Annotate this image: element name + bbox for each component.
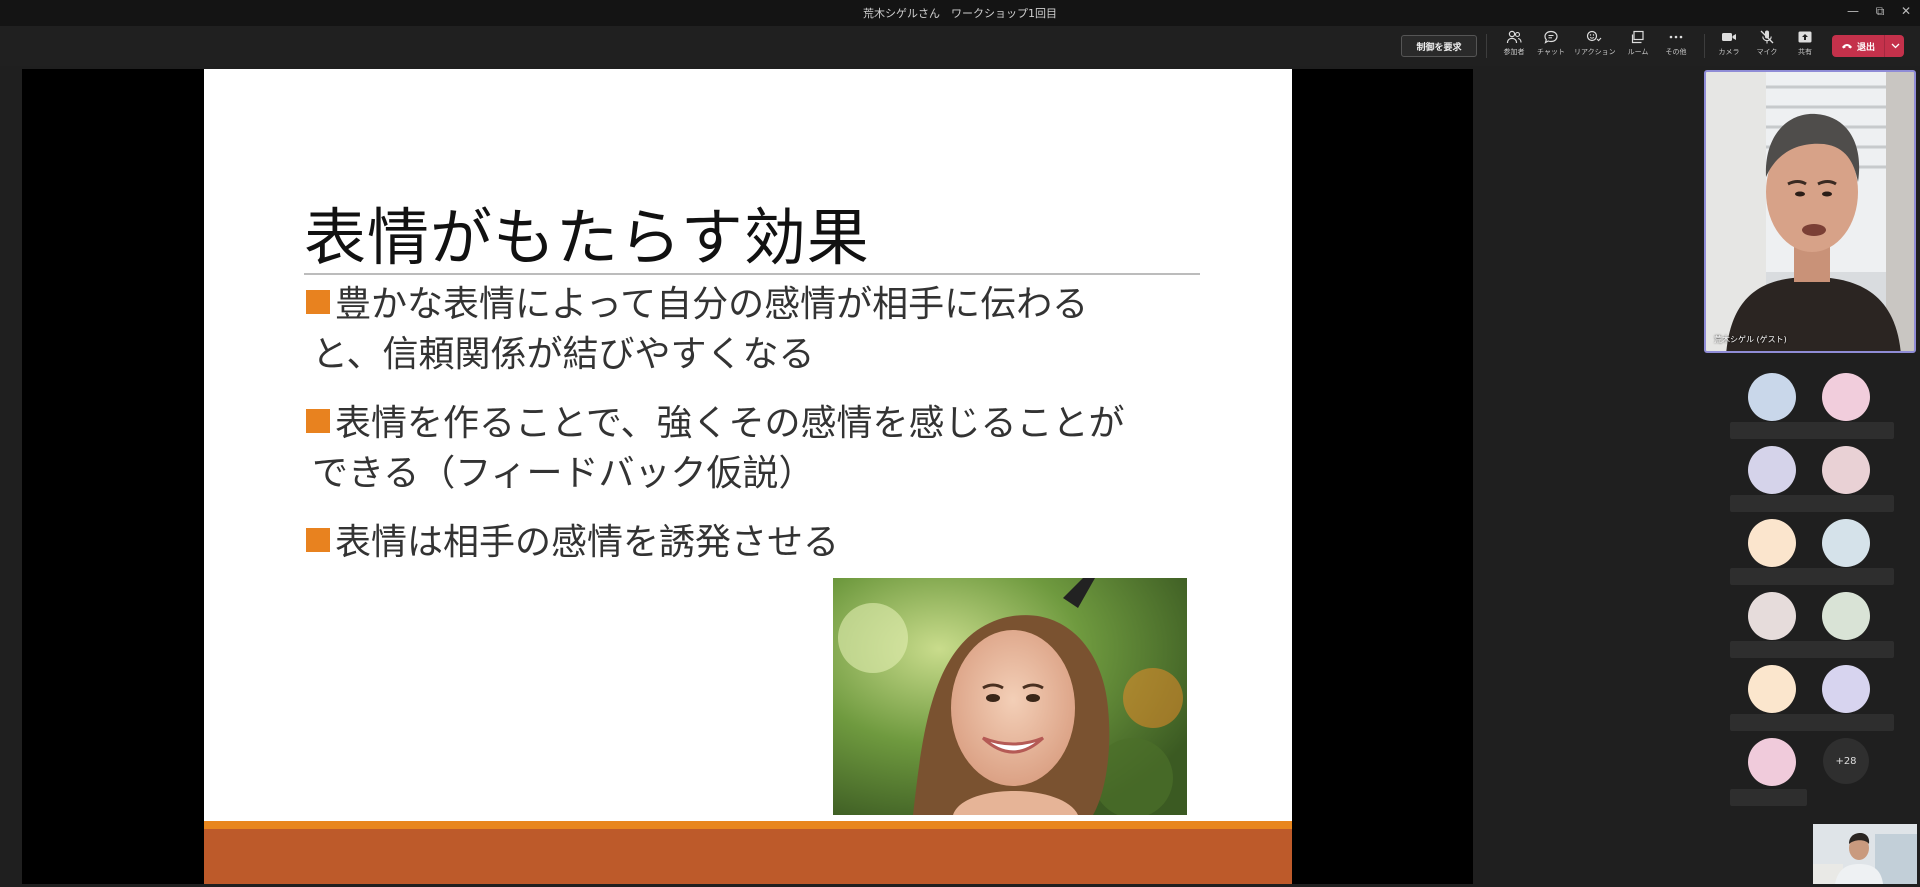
meeting-toolbar: 制御を要求 参加者 チャット リアクション ルーム その他 カメラ マイク 共有… [0,26,1920,66]
camera-label: カメラ [1718,48,1740,56]
speaker-name-label: 荒木シゲル (ゲスト) [1714,335,1787,344]
participant-avatar[interactable] [1822,446,1870,494]
chat-button[interactable]: チャット [1531,30,1571,64]
participant-name-bar [1730,641,1894,658]
participant-name-bar [1730,714,1894,731]
participants-label: 参加者 [1503,48,1525,56]
participant-avatar[interactable] [1822,665,1870,713]
more-options-label: その他 [1665,48,1687,56]
participant-avatar[interactable] [1822,373,1870,421]
share-label: 共有 [1798,48,1812,56]
minimize-icon[interactable]: — [1843,4,1863,18]
microphone-label: マイク [1756,48,1778,56]
bullet-square-icon [306,528,330,552]
participant-avatar[interactable] [1748,519,1796,567]
self-view-video[interactable] [1813,824,1917,884]
participant-avatar[interactable] [1748,665,1796,713]
chevron-down-icon [1891,43,1899,49]
bullet-text-line1: 表情を作ることで、強くその感情を感じることが [335,403,1125,444]
presentation-slide: 表情がもたらす効果 豊かな表情によって自分の感情が相手に伝わる と、信頼関係が結… [204,69,1292,884]
rooms-label: ルーム [1627,48,1649,56]
toolbar-divider [1486,34,1487,58]
participant-name-bar [1730,568,1894,585]
bullet-text-line1: 表情は相手の感情を誘発させる [335,522,840,563]
participant-avatar[interactable] [1822,519,1870,567]
slide-title-divider [304,273,1200,275]
reactions-label: リアクション [1574,48,1616,56]
slide-footer-accent [204,821,1292,829]
participant-name-bar [1730,495,1894,512]
bullet-text-line2: できる（フィードバック仮説） [312,453,815,494]
share-button[interactable]: 共有 [1785,30,1825,64]
speaker-video-tile[interactable]: 荒木シゲル (ゲスト) [1704,70,1916,353]
hang-up-icon [1841,44,1852,49]
request-control-button[interactable]: 制御を要求 [1401,35,1477,57]
participant-avatar[interactable] [1748,446,1796,494]
slide-title: 表情がもたらす効果 [304,201,870,274]
leave-options-button[interactable] [1884,35,1905,57]
speaker-video [1706,72,1914,351]
rooms-button[interactable]: ルーム [1618,30,1658,64]
leave-button[interactable]: 退出 [1832,35,1884,57]
more-options-button[interactable]: その他 [1656,30,1696,64]
participant-avatar[interactable] [1748,738,1796,786]
bullet-square-icon [306,290,330,314]
window-title: 荒木シゲルさん ワークショップ1回目 [863,7,1057,20]
camera-icon [1722,33,1736,41]
participant-name-bar [1730,422,1894,439]
participant-avatar[interactable] [1748,373,1796,421]
slide-footer-band [204,829,1292,884]
restore-icon[interactable]: ⧉ [1870,4,1890,19]
smiling-woman-photo [833,578,1187,815]
camera-button[interactable]: カメラ [1709,30,1749,64]
participant-avatar[interactable] [1822,592,1870,640]
rooms-icon [1631,30,1644,44]
reaction-icon [1586,30,1602,42]
slide-bullet: 豊かな表情によって自分の感情が相手に伝わる と、信頼関係が結びやすくなる [306,280,1186,380]
participants-button[interactable]: 参加者 [1494,30,1534,64]
more-icon [1669,35,1683,39]
slide-bullet: 表情は相手の感情を誘発させる [306,518,1186,568]
toolbar-divider [1704,34,1705,58]
mic-off-icon [1760,30,1774,44]
bullet-text-line2: と、信頼関係が結びやすくなる [312,334,815,375]
title-bar: 荒木シゲルさん ワークショップ1回目 — ⧉ ✕ [0,0,1920,26]
participant-avatar[interactable] [1748,592,1796,640]
chat-icon [1544,30,1558,44]
bullet-square-icon [306,409,330,433]
bullet-text-line1: 豊かな表情によって自分の感情が相手に伝わる [335,284,1089,325]
leave-label: 退出 [1856,42,1875,53]
more-participants-badge[interactable]: +28 [1823,738,1869,784]
slide-bullet: 表情を作ることで、強くその感情を感じることが できる（フィードバック仮説） [306,399,1186,499]
participant-name-bar [1730,789,1807,806]
leave-button-group: 退出 [1832,35,1904,57]
reactions-button[interactable]: リアクション [1574,30,1616,64]
people-icon [1506,30,1522,44]
share-icon [1798,31,1812,43]
microphone-button[interactable]: マイク [1747,30,1787,64]
chat-label: チャット [1537,48,1565,56]
close-icon[interactable]: ✕ [1896,4,1916,18]
